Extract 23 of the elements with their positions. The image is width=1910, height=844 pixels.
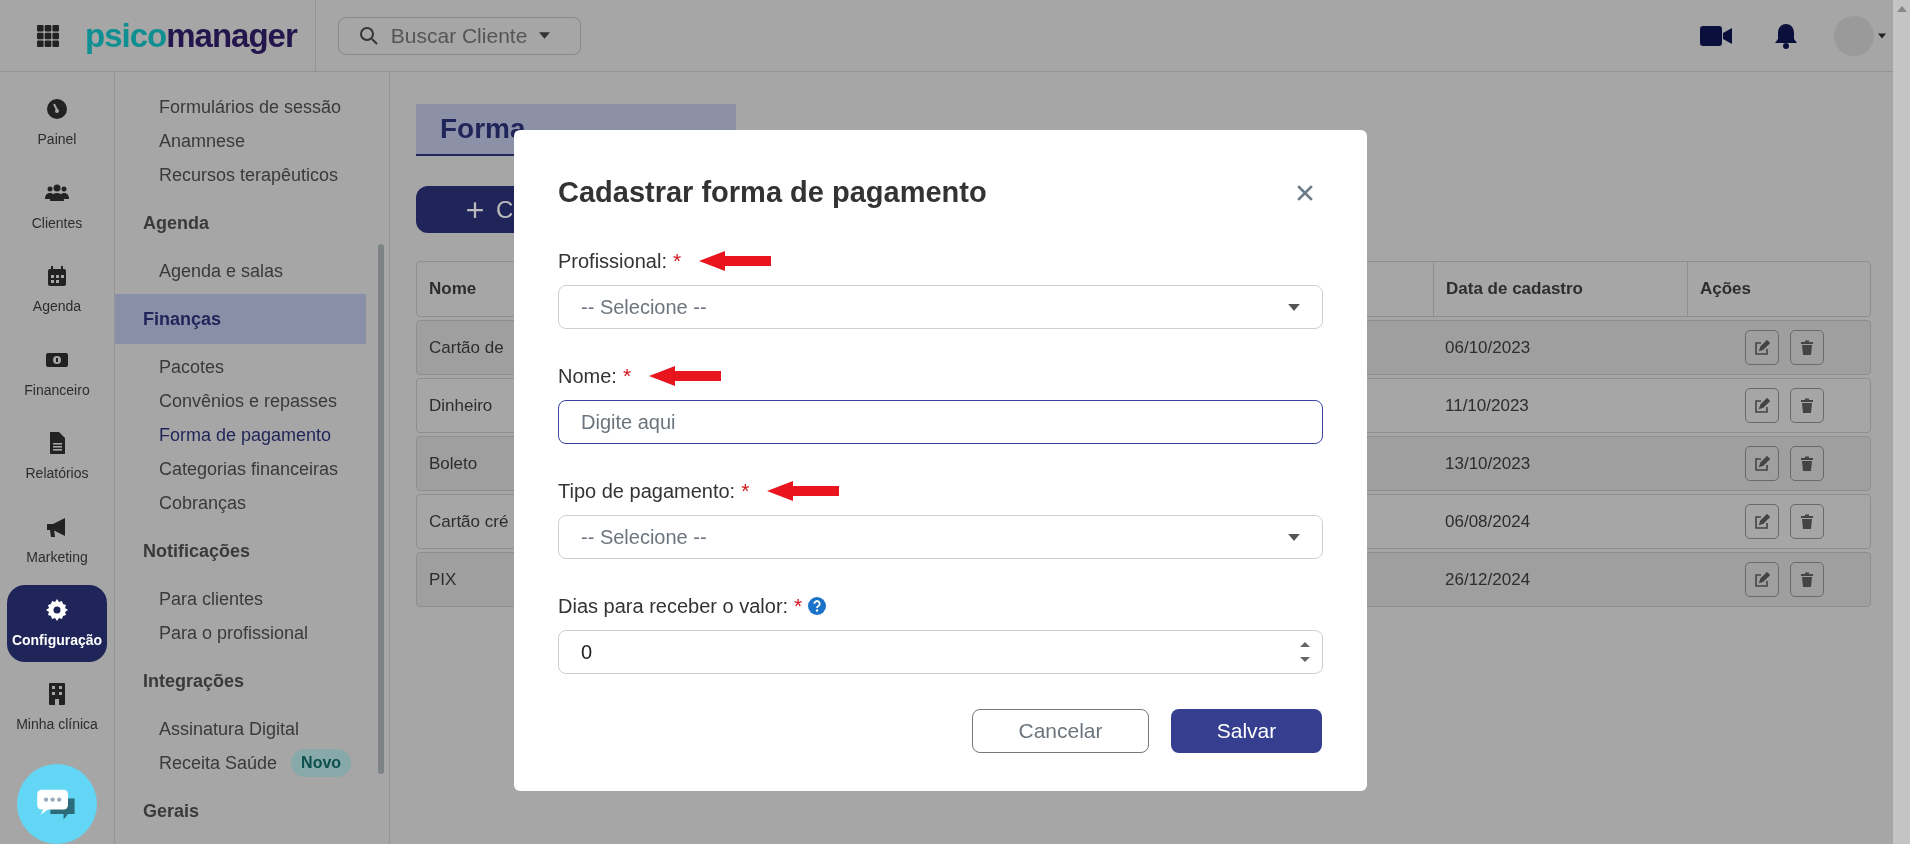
- required-mark: *: [622, 364, 632, 388]
- table-cell: Dinheiro: [429, 395, 493, 416]
- field-label: Tipo de pagamento:: [558, 479, 736, 503]
- required-mark: *: [794, 594, 803, 618]
- column-header: Nome: [429, 279, 477, 299]
- table-cell: 06/10/2023: [1445, 337, 1531, 358]
- field-label: Nome:: [558, 364, 617, 388]
- table-cell: 11/10/2023: [1445, 395, 1529, 416]
- table-cell: 06/08/2024: [1445, 511, 1531, 532]
- table-cell: Cartão de: [429, 337, 504, 358]
- table-cell: Boleto: [429, 453, 478, 474]
- table-cell: Cartão cré: [429, 511, 509, 532]
- required-mark: *: [672, 249, 682, 273]
- field-label: Profissional:: [558, 249, 667, 273]
- column-header: Data de cadastro: [1446, 279, 1583, 299]
- required-mark: *: [741, 479, 750, 503]
- field-label: Dias para receber o valor:: [558, 594, 789, 618]
- table-cell: PIX: [429, 569, 457, 590]
- table-cell: 13/10/2023: [1445, 453, 1531, 474]
- dialog-title: Cadastrar forma de pagamento: [558, 176, 987, 209]
- new-badge: Novo: [291, 749, 352, 777]
- column-header: Ações: [1700, 279, 1752, 299]
- table-cell: 26/12/2024: [1445, 569, 1531, 590]
